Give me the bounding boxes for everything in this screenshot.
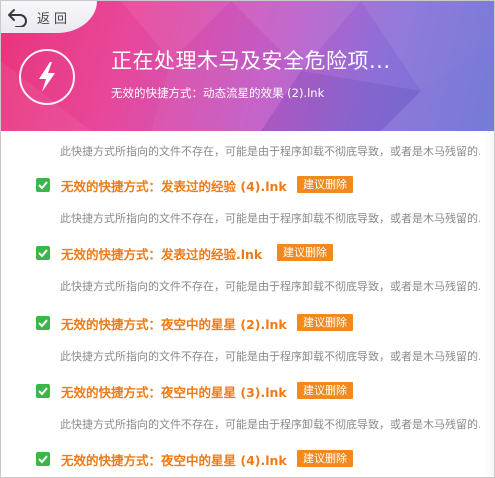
header-banner: 返回 正在处理木马及安全危险项... 无效的快捷方式：动态流星的效果 (2).l… bbox=[1, 1, 494, 131]
suggest-delete-button[interactable]: 建议删除 bbox=[297, 450, 353, 467]
suggest-delete-button[interactable]: 建议删除 bbox=[297, 382, 353, 399]
back-button-label: 返回 bbox=[37, 12, 72, 27]
current-item-status: 无效的快捷方式：动态流星的效果 (2).lnk bbox=[111, 86, 325, 100]
list-item: 无效的快捷方式：夜空中的星星 (2).lnk 建议删除 bbox=[1, 311, 494, 337]
item-checkbox[interactable] bbox=[36, 178, 50, 192]
cleanup-window: 返回 正在处理木马及安全危险项... 无效的快捷方式：动态流星的效果 (2).l… bbox=[0, 0, 495, 478]
lightning-bolt-icon bbox=[39, 62, 55, 92]
list-item: 无效的快捷方式：发表过的经验 (4).lnk 建议删除 bbox=[1, 173, 494, 199]
suggest-delete-button[interactable]: 建议删除 bbox=[297, 176, 353, 193]
checkmark-icon bbox=[38, 387, 48, 396]
results-list[interactable]: 此快捷方式所指向的文件不存在，可能是由于程序卸载不彻底导致，或者是木马残留的..… bbox=[1, 131, 494, 477]
back-arrow-icon bbox=[8, 9, 27, 27]
item-name: 无效的快捷方式：夜空中的星星 (2).lnk bbox=[61, 317, 287, 332]
item-description: 此快捷方式所指向的文件不存在，可能是由于程序卸载不彻底导致，或者是木马残留的..… bbox=[60, 418, 480, 431]
list-item: 无效的快捷方式：发表过的经验.lnk 建议删除 bbox=[1, 241, 494, 267]
item-description: 此快捷方式所指向的文件不存在，可能是由于程序卸载不彻底导致，或者是木马残留的..… bbox=[60, 280, 480, 293]
suggest-delete-button[interactable]: 建议删除 bbox=[297, 314, 353, 331]
page-title: 正在处理木马及安全危险项... bbox=[111, 49, 391, 73]
item-name: 无效的快捷方式：发表过的经验.lnk bbox=[61, 247, 263, 262]
scroll-edge bbox=[484, 131, 494, 477]
checkmark-icon bbox=[38, 181, 48, 190]
item-checkbox[interactable] bbox=[36, 384, 50, 398]
checkmark-icon bbox=[38, 249, 48, 258]
list-item: 无效的快捷方式：夜空中的星星 (4).lnk 建议删除 bbox=[1, 447, 494, 473]
checkmark-icon bbox=[38, 455, 48, 464]
item-description: 此快捷方式所指向的文件不存在，可能是由于程序卸载不彻底导致，或者是木马残留的..… bbox=[60, 145, 480, 158]
item-name: 无效的快捷方式：发表过的经验 (4).lnk bbox=[61, 179, 287, 194]
item-checkbox[interactable] bbox=[36, 246, 50, 260]
item-name: 无效的快捷方式：夜空中的星星 (3).lnk bbox=[61, 385, 287, 400]
item-description: 此快捷方式所指向的文件不存在，可能是由于程序卸载不彻底导致，或者是木马残留的..… bbox=[60, 350, 480, 363]
item-description: 此快捷方式所指向的文件不存在，可能是由于程序卸载不彻底导致，或者是木马残留的..… bbox=[60, 212, 480, 225]
logo-circle bbox=[19, 49, 75, 105]
item-checkbox[interactable] bbox=[36, 316, 50, 330]
list-item: 无效的快捷方式：夜空中的星星 (3).lnk 建议删除 bbox=[1, 379, 494, 405]
checkmark-icon bbox=[38, 319, 48, 328]
item-checkbox[interactable] bbox=[36, 452, 50, 466]
suggest-delete-button[interactable]: 建议删除 bbox=[277, 244, 333, 261]
item-name: 无效的快捷方式：夜空中的星星 (4).lnk bbox=[61, 453, 287, 468]
